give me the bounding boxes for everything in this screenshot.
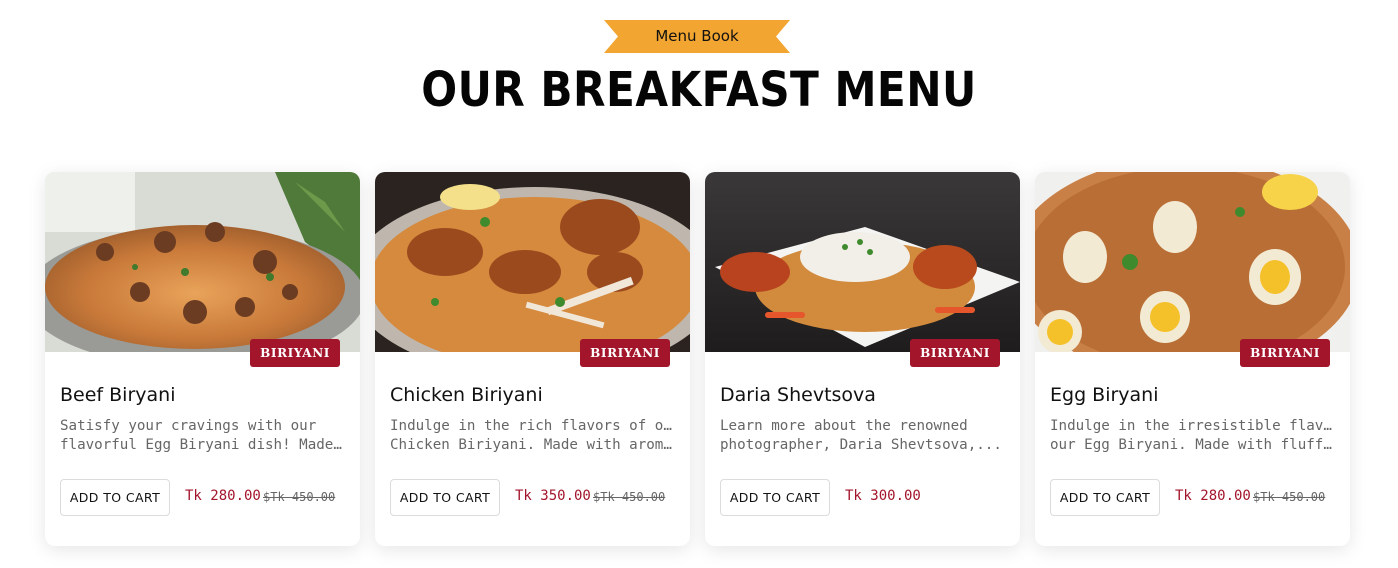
- card-title[interactable]: Egg Biryani: [1050, 384, 1159, 406]
- card-description-line: our Egg Biryani. Made with fluffy ric...: [1050, 437, 1340, 453]
- menu-card-egg-biryani[interactable]: BIRIYANI Egg Biryani Indulge in the irre…: [1035, 172, 1350, 546]
- egg-biryani-image[interactable]: [1035, 172, 1350, 352]
- chicken-tandoori-biryani-image[interactable]: [705, 172, 1020, 352]
- add-to-cart-button[interactable]: ADD TO CART: [60, 479, 170, 516]
- egg-biryani-photo-icon: [1035, 172, 1350, 352]
- card-description-line: Learn more about the renowned: [720, 418, 968, 434]
- chicken-biryani-photo-icon: [375, 172, 690, 352]
- menu-card-grid: BIRIYANI Beef Biryani Satisfy your cravi…: [45, 172, 1350, 546]
- card-description: Satisfy your cravings with our flavorful…: [60, 417, 350, 455]
- card-description-line: Indulge in the rich flavors of our: [390, 418, 680, 434]
- card-title[interactable]: Daria Shevtsova: [720, 384, 876, 406]
- card-description-line: Indulge in the irresistible flavors of: [1050, 418, 1340, 434]
- menu-card-chicken-biriyani[interactable]: BIRIYANI Chicken Biriyani Indulge in the…: [375, 172, 690, 546]
- chicken-biryani-image[interactable]: [375, 172, 690, 352]
- current-price: Tk 350.00: [515, 488, 591, 504]
- menu-card-beef-biryani[interactable]: BIRIYANI Beef Biryani Satisfy your cravi…: [45, 172, 360, 546]
- card-description: Indulge in the rich flavors of our Chick…: [390, 417, 680, 455]
- menu-book-ribbon: Menu Book: [604, 20, 790, 53]
- beef-biryani-photo-icon: [45, 172, 360, 352]
- beef-biryani-image[interactable]: [45, 172, 360, 352]
- category-badge: BIRIYANI: [250, 339, 340, 367]
- page-title: OUR BREAKFAST MENU: [421, 62, 977, 118]
- current-price: Tk 280.00: [185, 488, 261, 504]
- category-badge: BIRIYANI: [910, 339, 1000, 367]
- card-description-line: Satisfy your cravings with our: [60, 418, 317, 434]
- card-description-line: flavorful Egg Biryani dish! Made with...: [60, 437, 350, 453]
- card-description: Learn more about the renowned photograph…: [720, 417, 1010, 455]
- add-to-cart-button[interactable]: ADD TO CART: [720, 479, 830, 516]
- add-to-cart-button[interactable]: ADD TO CART: [1050, 479, 1160, 516]
- ribbon-label: Menu Book: [655, 27, 739, 45]
- old-price: $Tk 450.00: [593, 490, 666, 504]
- card-description: Indulge in the irresistible flavors of o…: [1050, 417, 1340, 455]
- old-price: $Tk 450.00: [1253, 490, 1326, 504]
- card-description-line: Chicken Biriyani. Made with aromati...: [390, 437, 680, 453]
- tandoori-biryani-photo-icon: [705, 172, 1020, 352]
- add-to-cart-button[interactable]: ADD TO CART: [390, 479, 500, 516]
- category-badge: BIRIYANI: [1240, 339, 1330, 367]
- current-price: Tk 300.00: [845, 488, 921, 504]
- card-description-line: photographer, Daria Shevtsova,...: [720, 437, 1002, 453]
- category-badge: BIRIYANI: [580, 339, 670, 367]
- card-title[interactable]: Beef Biryani: [60, 384, 175, 406]
- menu-card-daria-shevtsova[interactable]: BIRIYANI Daria Shevtsova Learn more abou…: [705, 172, 1020, 546]
- current-price: Tk 280.00: [1175, 488, 1251, 504]
- old-price: $Tk 450.00: [263, 490, 336, 504]
- card-title[interactable]: Chicken Biriyani: [390, 384, 543, 406]
